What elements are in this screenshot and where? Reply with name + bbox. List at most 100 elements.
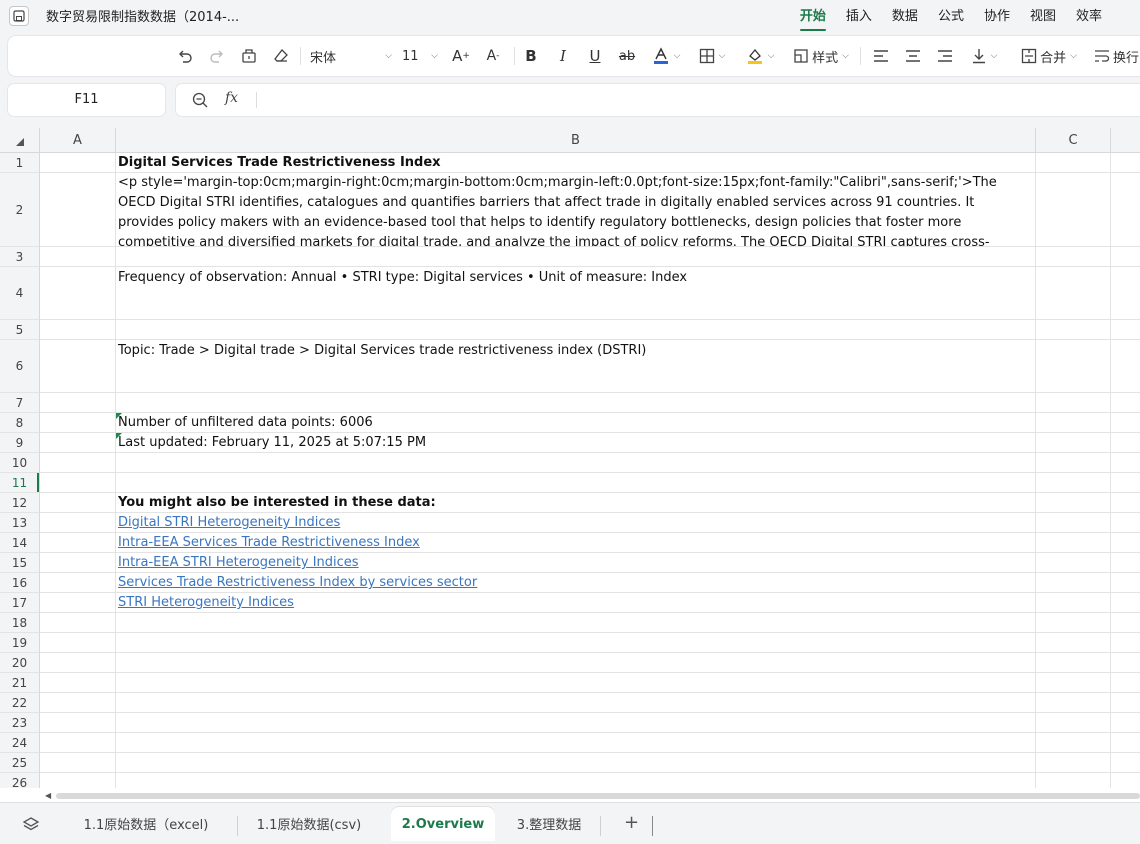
cell-b4-frequency[interactable]: Frequency of observation: Annual • STRI … xyxy=(116,268,1035,288)
styles-label: 样式 xyxy=(812,50,839,66)
bold-icon[interactable]: B xyxy=(520,44,542,68)
row-header[interactable]: 1 xyxy=(0,153,40,173)
ribbon-toolbar: 宋体 ⌵ 11 ⌵ A + A- B I U ab ⌵ ⌵ ⌵ 样式 ⌵ ⌵ 合… xyxy=(8,36,1140,76)
fill-color-button[interactable]: ⌵ xyxy=(742,44,778,68)
align-left-icon[interactable] xyxy=(870,44,892,68)
font-family-select[interactable]: 宋体 ⌵ xyxy=(310,44,392,68)
save-icon[interactable] xyxy=(9,6,29,26)
menu-efficiency[interactable]: 效率 xyxy=(1066,4,1112,25)
row-header[interactable]: 19 xyxy=(0,633,40,653)
borders-button[interactable]: ⌵ xyxy=(694,44,730,68)
sheet-tab-overview[interactable]: 2.Overview xyxy=(391,807,495,841)
horizontal-scrollbar[interactable]: ◀ xyxy=(0,788,1140,802)
decrease-font-icon[interactable]: A- xyxy=(482,44,504,68)
row-header[interactable]: 6 xyxy=(0,340,40,393)
link-intra-eea-heterogeneity[interactable]: Intra-EEA STRI Heterogeneity Indices xyxy=(116,554,361,572)
chevron-down-icon: ⌵ xyxy=(767,51,775,61)
row-header[interactable]: 12 xyxy=(0,493,40,513)
sheet-list-icon[interactable] xyxy=(22,816,40,838)
select-all-corner[interactable] xyxy=(0,128,40,153)
wrap-text-button[interactable]: 换行 xyxy=(1094,44,1140,68)
row-header[interactable]: 24 xyxy=(0,733,40,753)
redo-icon[interactable] xyxy=(206,44,228,68)
menu-collaborate[interactable]: 协作 xyxy=(974,4,1020,25)
zoom-out-icon[interactable] xyxy=(192,92,208,112)
chevron-down-icon: ⌵ xyxy=(990,51,998,61)
font-size-select[interactable]: 11 ⌵ xyxy=(402,44,438,68)
clear-format-icon[interactable] xyxy=(270,44,292,68)
sheet-tab-cleaned[interactable]: 3.整理数据 xyxy=(502,813,596,839)
chevron-down-icon: ⌵ xyxy=(673,51,681,61)
menu-insert[interactable]: 插入 xyxy=(836,4,882,25)
font-color-button[interactable]: ⌵ xyxy=(648,44,684,68)
cell-b6-topic[interactable]: Topic: Trade > Digital trade > Digital S… xyxy=(116,341,1035,361)
row-header[interactable]: 13 xyxy=(0,513,40,533)
merge-cells-button[interactable]: 合并 ⌵ xyxy=(1016,44,1082,68)
align-center-icon[interactable] xyxy=(902,44,924,68)
row-header[interactable]: 18 xyxy=(0,613,40,633)
link-digital-stri-heterogeneity[interactable]: Digital STRI Heterogeneity Indices xyxy=(116,514,342,532)
cell-styles-button[interactable]: 样式 ⌵ xyxy=(790,44,852,68)
row-header[interactable]: 23 xyxy=(0,713,40,733)
merge-label: 合并 xyxy=(1040,50,1067,66)
row-header-selected[interactable]: 11 xyxy=(0,473,40,493)
row-header[interactable]: 10 xyxy=(0,453,40,473)
formula-bar[interactable]: fx xyxy=(176,84,1140,116)
vertical-align-button[interactable]: ⌵ xyxy=(966,44,1002,68)
italic-icon[interactable]: I xyxy=(552,44,574,68)
cell-b12-related-heading[interactable]: You might also be interested in these da… xyxy=(116,494,1035,512)
align-right-icon[interactable] xyxy=(934,44,956,68)
spreadsheet-grid[interactable]: A B C 1 2 3 4 5 6 7 8 9 10 11 12 13 14 1… xyxy=(0,128,1140,800)
chevron-down-icon: ⌵ xyxy=(718,51,726,61)
row-header[interactable]: 22 xyxy=(0,693,40,713)
link-intra-eea-stri[interactable]: Intra-EEA Services Trade Restrictiveness… xyxy=(116,534,422,552)
row-header[interactable]: 21 xyxy=(0,673,40,693)
fx-icon[interactable]: fx xyxy=(225,90,238,106)
increase-font-icon[interactable]: A + xyxy=(450,44,472,68)
row-header[interactable]: 16 xyxy=(0,573,40,593)
main-menu: 开始 插入 数据 公式 协作 视图 效率 xyxy=(790,4,1112,31)
name-box[interactable]: F11 xyxy=(8,84,165,116)
font-size-value: 11 xyxy=(402,48,419,64)
underline-icon[interactable]: U xyxy=(584,44,606,68)
strikethrough-icon[interactable]: ab xyxy=(616,44,638,68)
row-header[interactable]: 4 xyxy=(0,267,40,320)
row-header[interactable]: 2 xyxy=(0,173,40,247)
sheet-tab-raw-csv[interactable]: 1.1原始数据(csv) xyxy=(244,813,374,839)
scroll-left-icon[interactable]: ◀ xyxy=(45,791,51,800)
column-header-d[interactable] xyxy=(1111,128,1140,153)
scroll-thumb[interactable] xyxy=(56,793,1140,799)
link-stri-by-sector[interactable]: Services Trade Restrictiveness Index by … xyxy=(116,574,479,592)
chevron-down-icon: ⌵ xyxy=(842,51,849,61)
cell-b9-last-updated[interactable]: Last updated: February 11, 2025 at 5:07:… xyxy=(116,434,1035,452)
chevron-down-icon: ⌵ xyxy=(1070,51,1077,61)
column-header-a[interactable]: A xyxy=(40,128,116,153)
column-header-b[interactable]: B xyxy=(116,128,1036,153)
row-header[interactable]: 15 xyxy=(0,553,40,573)
format-painter-icon[interactable] xyxy=(238,44,260,68)
undo-icon[interactable] xyxy=(174,44,196,68)
link-stri-heterogeneity[interactable]: STRI Heterogeneity Indices xyxy=(116,594,296,612)
column-header-c[interactable]: C xyxy=(1036,128,1111,153)
sheet-tab-raw-excel[interactable]: 1.1原始数据（excel) xyxy=(70,813,222,839)
cell-b2-description[interactable]: <p style='margin-top:0cm;margin-right:0c… xyxy=(116,173,1035,246)
row-header[interactable]: 25 xyxy=(0,753,40,773)
row-header[interactable]: 3 xyxy=(0,247,40,267)
menu-home[interactable]: 开始 xyxy=(790,4,836,31)
menu-view[interactable]: 视图 xyxy=(1020,4,1066,25)
menu-data[interactable]: 数据 xyxy=(882,4,928,25)
chevron-down-icon: ⌵ xyxy=(431,51,438,61)
menu-formulas[interactable]: 公式 xyxy=(928,4,974,25)
cell-b8-data-points[interactable]: Number of unfiltered data points: 6006 xyxy=(116,414,1035,432)
font-family-value: 宋体 xyxy=(310,50,337,66)
add-sheet-icon[interactable]: + xyxy=(624,812,639,833)
row-header[interactable]: 8 xyxy=(0,413,40,433)
sheet-tabs-bar: 1.1原始数据（excel) 1.1原始数据(csv) 2.Overview 3… xyxy=(0,802,1140,844)
row-header[interactable]: 17 xyxy=(0,593,40,613)
row-header[interactable]: 5 xyxy=(0,320,40,340)
row-header[interactable]: 14 xyxy=(0,533,40,553)
row-header[interactable]: 7 xyxy=(0,393,40,413)
cell-b1-title[interactable]: Digital Services Trade Restrictiveness I… xyxy=(116,154,1035,172)
row-header[interactable]: 9 xyxy=(0,433,40,453)
row-header[interactable]: 20 xyxy=(0,653,40,673)
